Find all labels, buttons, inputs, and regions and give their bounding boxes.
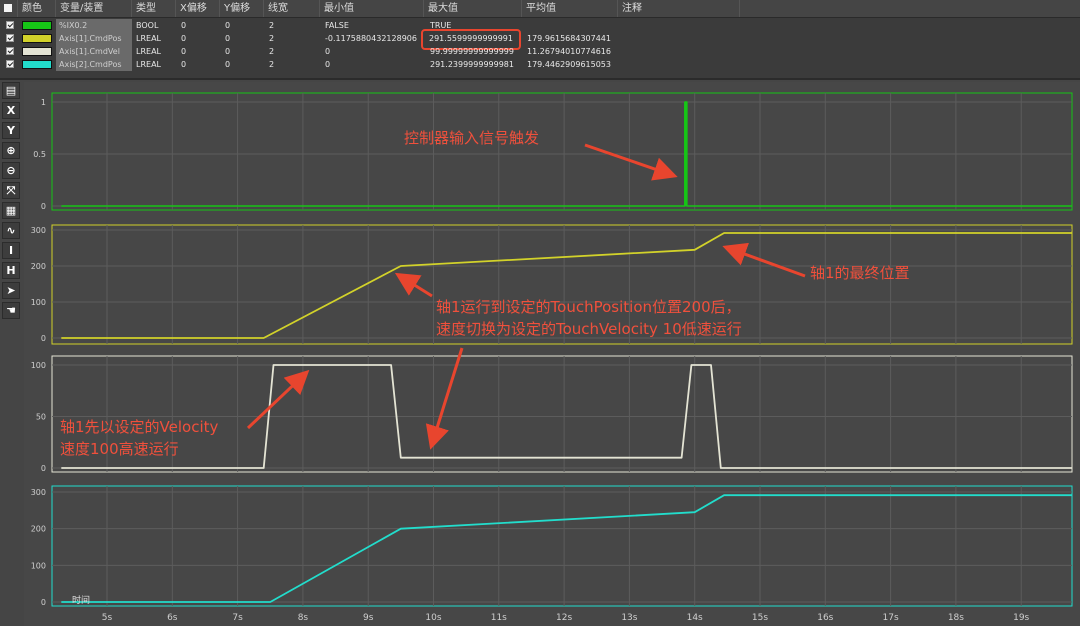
x-tick-label: 18s xyxy=(948,613,964,623)
y-tick-label: 300 xyxy=(31,488,46,497)
pane-4-frame xyxy=(51,485,1073,607)
x-tick-label: 8s xyxy=(298,613,309,623)
x-tick-label: 11s xyxy=(491,613,507,623)
y-tick-label: 100 xyxy=(31,298,46,307)
y-tick-label: 1 xyxy=(41,98,46,107)
annotation-final-position: 轴1的最终位置 xyxy=(810,264,910,282)
y-tick-label: 200 xyxy=(31,525,46,534)
annotation-touch-line2: 速度切换为设定的TouchVelocity 10低速运行 xyxy=(436,320,742,338)
y-tick-label: 50 xyxy=(36,413,46,422)
pane-3-frame xyxy=(51,355,1073,473)
x-axis-label: 时间 xyxy=(72,594,90,606)
y-tick-label: 0 xyxy=(41,464,46,473)
annotation-touch-line1: 轴1运行到设定的TouchPosition位置200后， xyxy=(436,298,741,316)
x-tick-label: 5s xyxy=(102,613,113,623)
x-tick-label: 10s xyxy=(425,613,441,623)
x-tick-label: 16s xyxy=(817,613,833,623)
x-tick-label: 19s xyxy=(1013,613,1029,623)
y-tick-label: 0 xyxy=(41,202,46,211)
x-tick-label: 15s xyxy=(752,613,768,623)
x-tick-label: 6s xyxy=(167,613,178,623)
x-tick-label: 14s xyxy=(687,613,703,623)
x-tick-label: 13s xyxy=(621,613,637,623)
y-tick-label: 100 xyxy=(31,361,46,370)
y-tick-label: 0.5 xyxy=(33,150,46,159)
annotation-velocity-line2: 速度100高速运行 xyxy=(60,440,179,458)
y-tick-label: 100 xyxy=(31,561,46,570)
x-tick-label: 12s xyxy=(556,613,572,623)
x-tick-label: 9s xyxy=(363,613,374,623)
annotation-trigger: 控制器输入信号触发 xyxy=(404,129,540,147)
y-tick-label: 300 xyxy=(31,226,46,235)
annotation-velocity-line1: 轴1先以设定的Velocity xyxy=(60,418,219,436)
y-tick-label: 0 xyxy=(41,598,46,607)
y-tick-label: 200 xyxy=(31,262,46,271)
x-tick-label: 17s xyxy=(883,613,899,623)
y-tick-label: 0 xyxy=(41,334,46,343)
x-tick-label: 7s xyxy=(232,613,243,623)
pane-1-frame xyxy=(51,92,1073,211)
